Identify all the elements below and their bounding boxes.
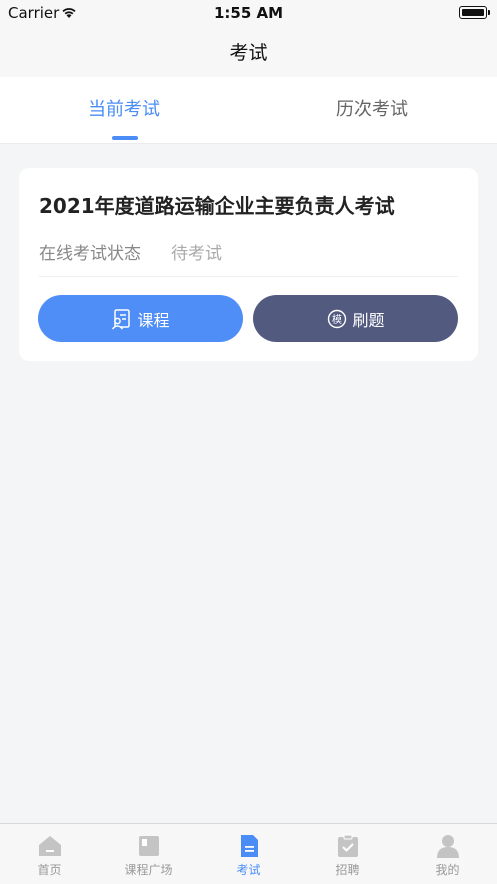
tabbar-item-course-square[interactable]: 课程广场 bbox=[99, 824, 198, 884]
course-square-icon bbox=[139, 836, 159, 856]
tabbar-label-course-square: 课程广场 bbox=[124, 863, 173, 877]
exam-tabs: 当前考试 历次考试 bbox=[0, 77, 497, 144]
tabbar-item-home[interactable]: 首页 bbox=[0, 824, 99, 884]
tab-current-exam[interactable]: 当前考试 bbox=[0, 77, 248, 143]
course-button[interactable]: 课程 bbox=[38, 295, 243, 342]
exam-card: 2021年度道路运输企业主要负责人考试 在线考试状态 待考试 课程 模 刷题 bbox=[19, 168, 478, 361]
navigation-bar: 考试 bbox=[0, 26, 497, 77]
tabbar-item-recruit[interactable]: 招聘 bbox=[298, 824, 397, 884]
practice-button[interactable]: 模 刷题 bbox=[253, 295, 458, 342]
exam-icon bbox=[241, 835, 258, 857]
card-divider bbox=[39, 276, 458, 277]
clock-label: 1:55 AM bbox=[213, 4, 284, 22]
course-button-label: 课程 bbox=[137, 310, 170, 330]
practice-icon: 模 bbox=[328, 309, 347, 328]
tabbar-label-exam: 考试 bbox=[236, 863, 261, 877]
tabbar-item-exam[interactable]: 考试 bbox=[199, 824, 298, 884]
recruit-clipboard-icon bbox=[338, 834, 358, 857]
tabbar-item-profile[interactable]: 我的 bbox=[398, 824, 497, 884]
profile-icon bbox=[437, 835, 459, 858]
bottom-tab-bar: 首页 课程广场 考试 招聘 我的 bbox=[0, 823, 497, 884]
tabbar-label-profile: 我的 bbox=[435, 863, 460, 877]
status-bar: Carrier 1:55 AM bbox=[0, 0, 497, 26]
exam-status-label: 在线考试状态 bbox=[39, 244, 141, 264]
page-title: 考试 bbox=[229, 42, 268, 64]
home-icon bbox=[39, 836, 61, 856]
course-icon bbox=[112, 308, 131, 330]
exam-title: 2021年度道路运输企业主要负责人考试 bbox=[39, 194, 395, 218]
practice-button-label: 刷题 bbox=[352, 310, 385, 330]
battery-icon bbox=[459, 6, 490, 19]
practice-icon-glyph: 模 bbox=[332, 314, 342, 326]
tabbar-label-home: 首页 bbox=[37, 863, 62, 877]
tab-past-exams[interactable]: 历次考试 bbox=[248, 77, 496, 143]
active-tab-indicator bbox=[112, 136, 138, 140]
exam-status-value: 待考试 bbox=[171, 244, 222, 264]
tabbar-label-recruit: 招聘 bbox=[335, 863, 360, 877]
